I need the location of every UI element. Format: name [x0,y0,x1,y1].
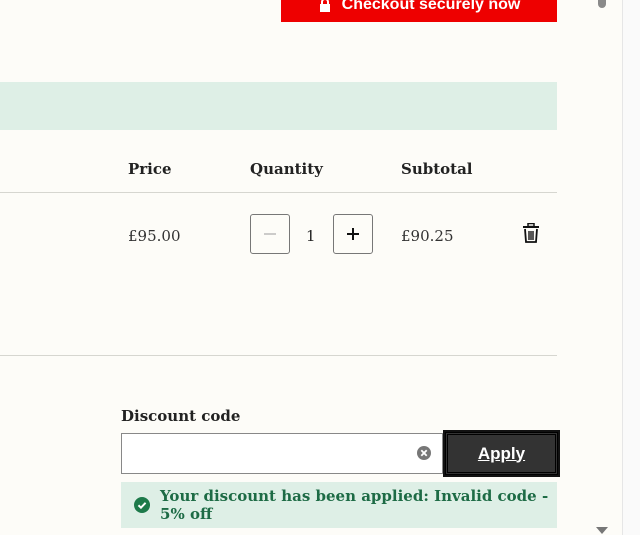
decrease-quantity-button[interactable] [250,214,290,254]
table-header-divider [0,192,557,193]
window-edge [622,0,640,535]
trash-icon[interactable] [522,223,540,243]
scroll-thumb[interactable] [598,0,606,8]
info-banner [0,82,557,130]
discount-success-message: Your discount has been applied: Invalid … [121,482,557,528]
check-circle-icon [134,496,151,514]
minus-icon [264,233,276,235]
checkout-label: Checkout securely now [341,0,521,13]
checkout-button[interactable]: Checkout securely now [281,0,557,22]
increase-quantity-button[interactable] [333,214,373,254]
price-header: Price [128,160,172,178]
discount-success-text: Your discount has been applied: Invalid … [160,487,549,523]
scroll-down-arrow-icon[interactable] [596,527,608,534]
discount-code-label: Discount code [121,407,241,425]
discount-code-input[interactable] [121,433,443,474]
item-price: £95.00 [128,227,181,245]
table-bottom-divider [0,355,557,356]
quantity-value: 1 [306,227,316,245]
clear-circle-icon[interactable] [417,446,431,460]
plus-icon [347,228,359,240]
subtotal-header: Subtotal [401,160,473,178]
quantity-header: Quantity [250,160,323,178]
apply-discount-button[interactable]: Apply [443,430,560,477]
item-subtotal: £90.25 [401,227,454,245]
lock-icon [319,0,330,12]
scrollbar[interactable] [595,0,609,535]
